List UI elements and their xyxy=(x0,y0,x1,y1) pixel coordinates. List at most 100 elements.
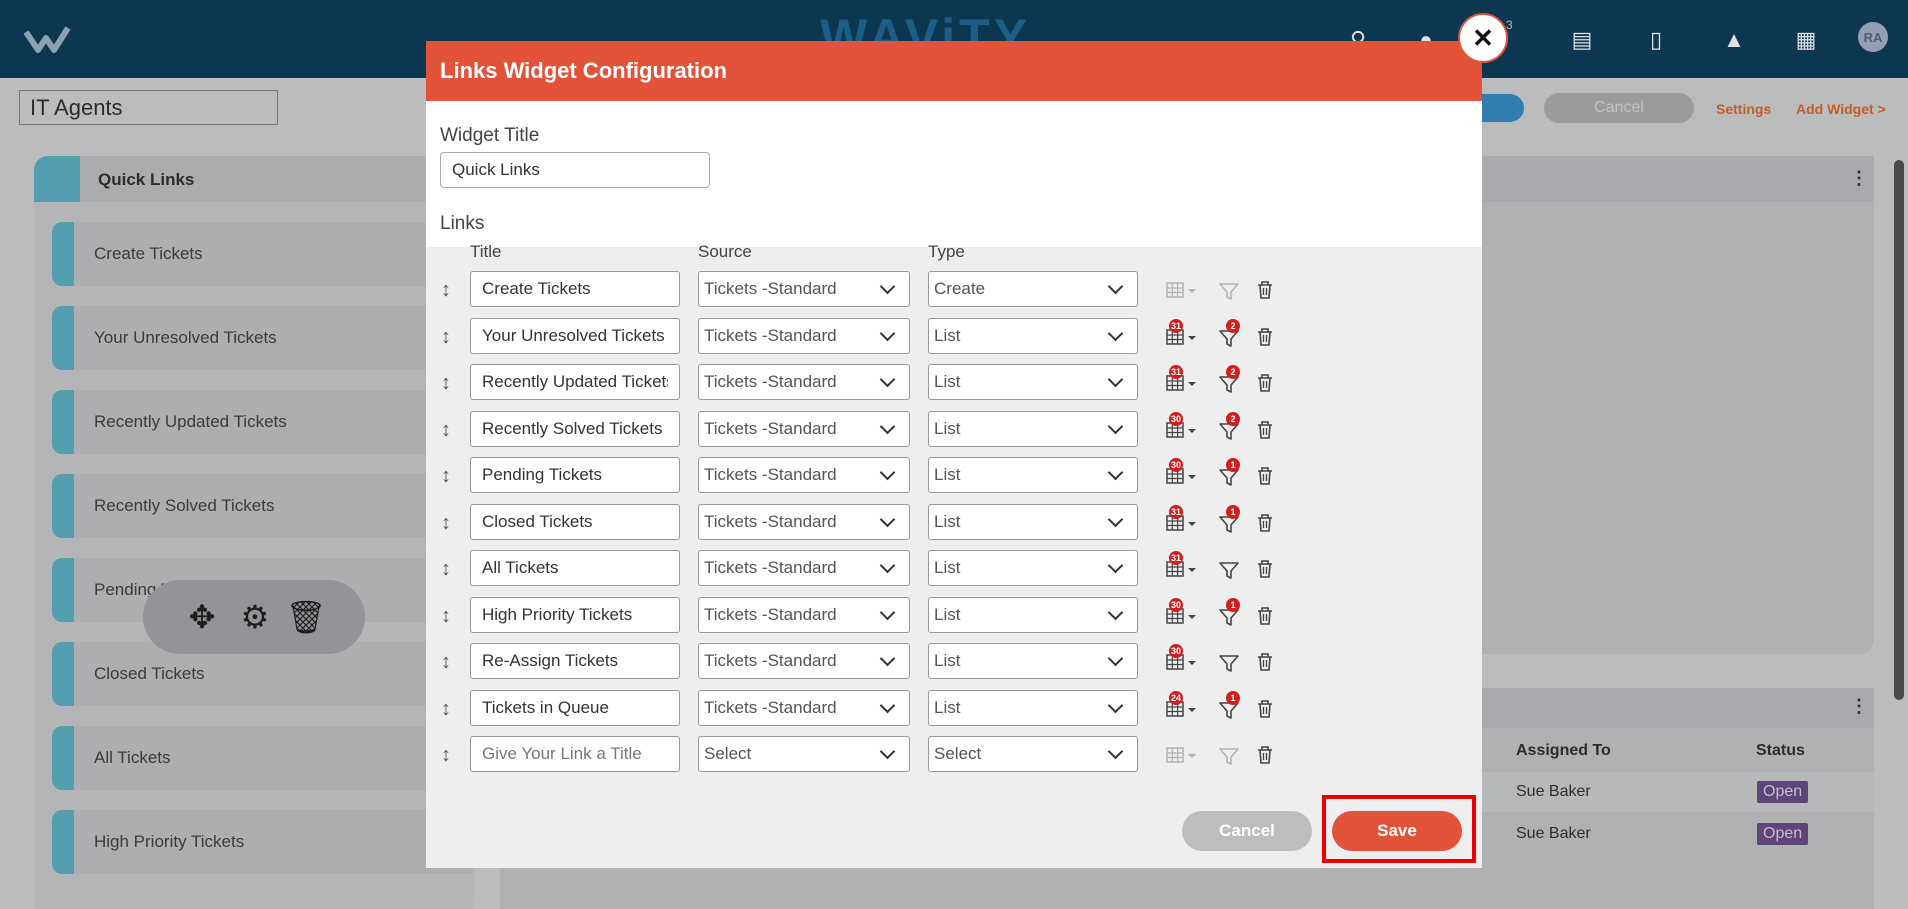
column-header-source: Source xyxy=(698,242,752,261)
column-header-title: Title xyxy=(470,242,502,261)
link-source-select[interactable]: Tickets -Standard xyxy=(698,689,910,726)
link-type-select[interactable]: List xyxy=(928,689,1138,726)
link-type-select[interactable]: Create xyxy=(928,271,1138,307)
columns-grid-icon[interactable]: 30 xyxy=(1166,458,1200,488)
filter-icon[interactable]: 1 xyxy=(1218,690,1240,721)
widget-title-input[interactable] xyxy=(440,152,710,188)
column-count-badge: 24 xyxy=(1169,690,1184,705)
drag-handle-icon[interactable]: ↕ xyxy=(438,278,454,302)
drag-handle-icon[interactable]: ↕ xyxy=(438,697,454,721)
link-source-select[interactable]: Tickets -Standard xyxy=(698,410,910,447)
cancel-button[interactable]: Cancel xyxy=(1182,811,1312,851)
link-title-input[interactable] xyxy=(470,689,680,726)
delete-link-icon[interactable] xyxy=(1256,745,1274,765)
save-button-highlight xyxy=(1322,795,1476,863)
link-title-input[interactable] xyxy=(470,364,680,400)
close-modal-button[interactable]: ✕ xyxy=(1458,13,1508,63)
drag-handle-icon[interactable]: ↕ xyxy=(438,371,454,395)
filter-count-badge: 1 xyxy=(1226,597,1240,612)
link-type-select[interactable]: List xyxy=(928,643,1138,679)
link-type-select[interactable]: List xyxy=(928,317,1138,354)
link-type-select[interactable]: List xyxy=(928,457,1138,493)
link-row: ↕ Tickets -Standard Create xyxy=(426,271,1482,309)
columns-grid-icon[interactable]: 30 xyxy=(1166,644,1200,674)
link-source-select[interactable]: Select xyxy=(698,736,910,772)
delete-link-icon[interactable] xyxy=(1256,513,1274,533)
link-title-input[interactable] xyxy=(470,410,680,447)
column-count-badge: 31 xyxy=(1169,551,1184,565)
link-source-select[interactable]: Tickets -Standard xyxy=(698,457,910,493)
columns-grid-icon[interactable]: 31 xyxy=(1166,318,1200,349)
columns-grid-icon[interactable] xyxy=(1166,280,1200,302)
column-count-badge: 30 xyxy=(1169,411,1184,426)
links-section-label: Links xyxy=(440,213,485,234)
drag-handle-icon[interactable]: ↕ xyxy=(438,511,454,535)
delete-link-icon[interactable] xyxy=(1256,280,1274,300)
link-row: ↕ Tickets -Standard List 31 2 xyxy=(426,317,1482,356)
link-title-input[interactable] xyxy=(470,271,680,307)
link-title-input[interactable] xyxy=(470,736,680,772)
drag-handle-icon[interactable]: ↕ xyxy=(438,650,454,674)
link-title-input[interactable] xyxy=(470,317,680,354)
link-source-select[interactable]: Tickets -Standard xyxy=(698,643,910,679)
filter-count-badge: 1 xyxy=(1226,690,1240,705)
columns-grid-icon[interactable]: 30 xyxy=(1166,411,1200,442)
filter-icon[interactable]: 2 xyxy=(1218,365,1240,395)
link-title-input[interactable] xyxy=(470,596,680,633)
drag-handle-icon[interactable]: ↕ xyxy=(438,743,454,767)
delete-link-icon[interactable] xyxy=(1256,373,1274,393)
drag-handle-icon[interactable]: ↕ xyxy=(438,464,454,488)
filter-icon[interactable]: 2 xyxy=(1218,318,1240,349)
delete-link-icon[interactable] xyxy=(1256,652,1274,672)
link-source-select[interactable]: Tickets -Standard xyxy=(698,596,910,633)
link-source-select[interactable]: Tickets -Standard xyxy=(698,317,910,354)
columns-grid-icon[interactable]: 31 xyxy=(1166,365,1200,395)
columns-grid-icon[interactable] xyxy=(1166,745,1200,767)
columns-grid-icon[interactable]: 31 xyxy=(1166,504,1200,535)
filter-icon[interactable] xyxy=(1218,745,1240,767)
filter-icon[interactable] xyxy=(1218,280,1240,302)
filter-icon[interactable]: 1 xyxy=(1218,504,1240,535)
filter-icon[interactable] xyxy=(1218,652,1240,674)
link-row: ↕ Tickets -Standard List 30 xyxy=(426,643,1482,681)
link-type-select[interactable]: List xyxy=(928,503,1138,540)
link-type-select[interactable]: List xyxy=(928,410,1138,447)
delete-link-icon[interactable] xyxy=(1256,699,1274,719)
drag-handle-icon[interactable]: ↕ xyxy=(438,604,454,628)
link-type-select[interactable]: Select xyxy=(928,736,1138,772)
links-widget-config-modal: Links Widget Configuration Widget Title … xyxy=(426,41,1482,868)
link-row: ↕ Tickets -Standard List 30 1 xyxy=(426,596,1482,635)
delete-link-icon[interactable] xyxy=(1256,420,1274,440)
column-count-badge: 30 xyxy=(1169,597,1184,612)
close-icon: ✕ xyxy=(1472,22,1494,53)
column-count-badge: 31 xyxy=(1169,504,1184,519)
link-title-input[interactable] xyxy=(470,503,680,540)
drag-handle-icon[interactable]: ↕ xyxy=(438,325,454,349)
link-type-select[interactable]: List xyxy=(928,550,1138,586)
filter-icon[interactable] xyxy=(1218,559,1240,581)
drag-handle-icon[interactable]: ↕ xyxy=(438,418,454,442)
link-source-select[interactable]: Tickets -Standard xyxy=(698,503,910,540)
link-source-select[interactable]: Tickets -Standard xyxy=(698,271,910,307)
filter-icon[interactable]: 2 xyxy=(1218,411,1240,442)
link-title-input[interactable] xyxy=(470,643,680,679)
columns-grid-icon[interactable]: 24 xyxy=(1166,690,1200,721)
columns-grid-icon[interactable]: 31 xyxy=(1166,551,1200,581)
link-row: ↕ Tickets -Standard List 24 1 xyxy=(426,689,1482,728)
link-type-select[interactable]: List xyxy=(928,596,1138,633)
filter-icon[interactable]: 1 xyxy=(1218,458,1240,488)
filter-icon[interactable]: 1 xyxy=(1218,597,1240,628)
delete-link-icon[interactable] xyxy=(1256,466,1274,486)
link-type-select[interactable]: List xyxy=(928,364,1138,400)
modal-header: Links Widget Configuration xyxy=(426,41,1482,101)
delete-link-icon[interactable] xyxy=(1256,559,1274,579)
link-source-select[interactable]: Tickets -Standard xyxy=(698,364,910,400)
widget-title-label: Widget Title xyxy=(440,125,540,146)
link-title-input[interactable] xyxy=(470,550,680,586)
delete-link-icon[interactable] xyxy=(1256,327,1274,347)
delete-link-icon[interactable] xyxy=(1256,606,1274,626)
link-title-input[interactable] xyxy=(470,457,680,493)
drag-handle-icon[interactable]: ↕ xyxy=(438,557,454,581)
link-source-select[interactable]: Tickets -Standard xyxy=(698,550,910,586)
columns-grid-icon[interactable]: 30 xyxy=(1166,597,1200,628)
